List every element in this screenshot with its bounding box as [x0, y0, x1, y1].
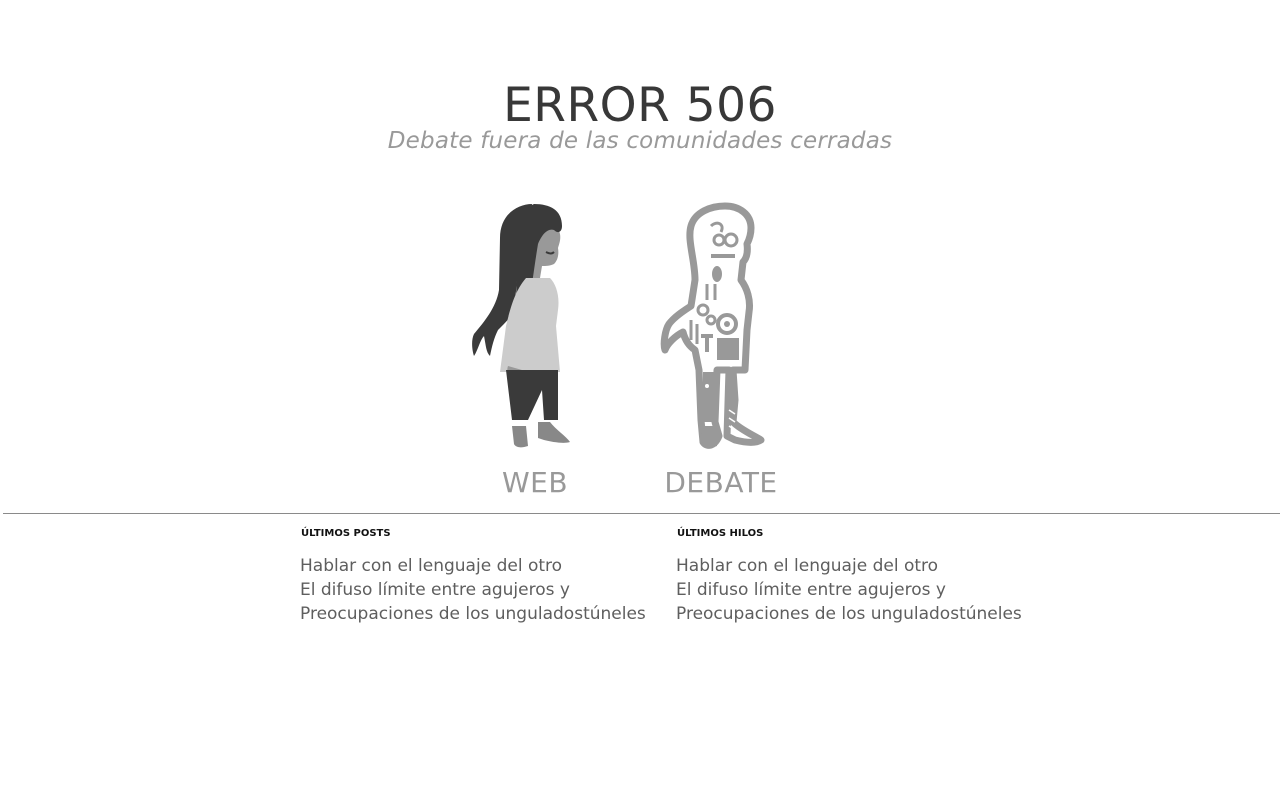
- post-link[interactable]: El difuso límite entre agujeros y: [300, 578, 660, 602]
- post-link[interactable]: Preocupaciones de los unguladostúneles: [300, 602, 660, 626]
- debate-link[interactable]: DEBATE: [660, 466, 782, 500]
- page-subtitle: Debate fuera de las comunidades cerradas: [387, 128, 893, 154]
- post-link[interactable]: Hablar con el lenguaje del otro: [300, 554, 660, 578]
- section-divider: [3, 513, 1280, 514]
- list-item: Preocupaciones de los unguladostúneles: [300, 602, 660, 626]
- thread-link[interactable]: Preocupaciones de los unguladostúneles: [676, 602, 1036, 626]
- web-link[interactable]: WEB: [480, 466, 590, 500]
- latest-threads-heading: ÚLTIMOS HILOS: [677, 528, 764, 539]
- pants-shape: [506, 370, 558, 420]
- thread-link[interactable]: Hablar con el lenguaje del otro: [676, 554, 1036, 578]
- latest-threads-section: ÚLTIMOS HILOS Hablar con el lenguaje del…: [676, 528, 1036, 626]
- list-item: Hablar con el lenguaje del otro: [300, 554, 660, 578]
- web-figure-illustration: [466, 200, 596, 455]
- list-item: El difuso límite entre agujeros y: [676, 578, 1036, 602]
- latest-threads-list: Hablar con el lenguaje del otro El difus…: [676, 554, 1036, 626]
- list-item: Preocupaciones de los unguladostúneles: [676, 602, 1036, 626]
- latest-posts-list: Hablar con el lenguaje del otro El difus…: [300, 554, 660, 626]
- latest-posts-heading: ÚLTIMOS POSTS: [301, 528, 391, 539]
- latest-posts-section: ÚLTIMOS POSTS Hablar con el lenguaje del…: [300, 528, 660, 626]
- thread-link[interactable]: El difuso límite entre agujeros y: [676, 578, 1036, 602]
- debate-figure-illustration: [655, 200, 785, 455]
- list-item: Hablar con el lenguaje del otro: [676, 554, 1036, 578]
- list-item: El difuso límite entre agujeros y: [300, 578, 660, 602]
- gear-icon: [712, 233, 726, 247]
